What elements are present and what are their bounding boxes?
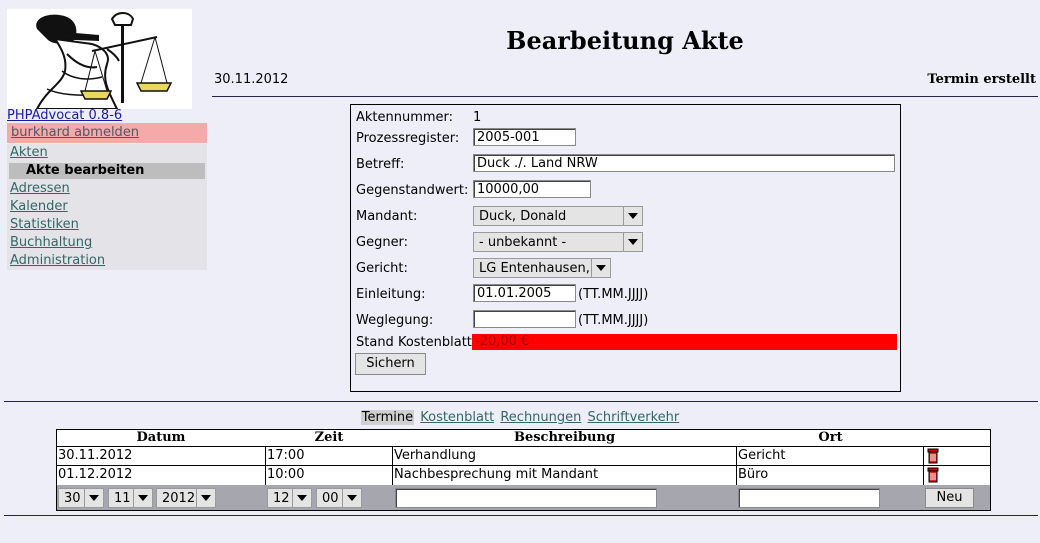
- status-message: Termin erstellt: [927, 72, 1036, 87]
- nav-administration[interactable]: Administration: [10, 253, 105, 268]
- betreff-input[interactable]: Duck ./. Land NRW: [473, 154, 895, 172]
- mandant-label: Mandant:: [356, 209, 418, 224]
- gegenstandwert-input[interactable]: 10000,00: [473, 180, 591, 198]
- new-ort-input[interactable]: [738, 488, 880, 508]
- row-divider: [57, 446, 990, 447]
- logout-link[interactable]: burkhard abmelden: [11, 125, 139, 140]
- new-minute-select[interactable]: 00: [316, 488, 362, 508]
- gegner-label: Gegner:: [356, 235, 409, 250]
- weglegung-input[interactable]: [473, 310, 576, 328]
- new-entry-row: 30 11 2012 12 00 Neu: [57, 485, 990, 510]
- new-hour-value: 12: [273, 491, 290, 506]
- nav-kalender[interactable]: Kalender: [10, 199, 68, 214]
- gericht-select[interactable]: LG Entenhausen,: [473, 258, 611, 278]
- nav-adressen[interactable]: Adressen: [10, 181, 70, 196]
- aktennummer-label: Aktennummer:: [356, 110, 454, 125]
- header-divider: [212, 96, 1038, 97]
- mandant-select[interactable]: Duck, Donald: [473, 206, 643, 226]
- column-header-ort: Ort: [818, 430, 843, 445]
- column-header-zeit: Zeit: [314, 430, 344, 445]
- row-beschreibung: Verhandlung: [394, 448, 477, 463]
- row-zeit: 10:00: [267, 467, 305, 482]
- chevron-down-icon: [591, 259, 610, 277]
- trash-icon[interactable]: [926, 448, 940, 464]
- termine-table: Datum Zeit Beschreibung Ort 30.11.2012 1…: [56, 429, 991, 511]
- current-date: 30.11.2012: [214, 72, 289, 87]
- save-button[interactable]: Sichern: [355, 353, 426, 375]
- weglegung-label: Weglegung:: [356, 313, 434, 328]
- chevron-down-icon: [84, 489, 103, 507]
- chevron-down-icon: [196, 489, 215, 507]
- trash-icon[interactable]: [926, 467, 940, 483]
- nav-statistiken[interactable]: Statistiken: [10, 217, 79, 232]
- tab-rechnungen[interactable]: Rechnungen: [500, 410, 581, 425]
- chevron-down-icon: [623, 233, 642, 251]
- kostenblatt-label: Stand Kostenblatt:: [356, 335, 477, 350]
- new-day-select[interactable]: 30: [58, 488, 104, 508]
- column-header-beschreibung: Beschreibung: [513, 430, 616, 445]
- column-divider: [392, 446, 393, 485]
- column-divider: [736, 446, 737, 485]
- aktennummer-value: 1: [473, 110, 482, 125]
- row-datum: 30.11.2012: [58, 448, 133, 463]
- row-datum: 01.12.2012: [58, 467, 133, 482]
- nav-akte-bearbeiten-label: Akte bearbeiten: [26, 163, 145, 178]
- gericht-select-value: LG Entenhausen,: [479, 261, 589, 276]
- new-minute-value: 00: [322, 491, 339, 506]
- row-beschreibung: Nachbesprechung mit Mandant: [394, 467, 599, 482]
- einleitung-label: Einleitung:: [356, 287, 426, 302]
- app-version-link[interactable]: PHPAdvocat 0.8-6: [7, 108, 122, 123]
- row-divider: [57, 465, 990, 466]
- column-divider: [265, 446, 266, 485]
- gegner-select-value: - unbekannt -: [479, 235, 567, 250]
- betreff-label: Betreff:: [356, 157, 405, 172]
- sidebar-nav: Akten Akte bearbeiten Adressen Kalender …: [7, 144, 207, 270]
- nav-buchhaltung[interactable]: Buchhaltung: [10, 235, 92, 250]
- akte-form: Aktennummer: 1 Prozessregister: 2005-001…: [350, 104, 901, 392]
- nav-akten[interactable]: Akten: [10, 145, 48, 160]
- gegenstandwert-label: Gegenstandwert:: [356, 183, 469, 198]
- einleitung-format-hint: (TT.MM.JJJJ): [578, 287, 649, 302]
- prozessregister-input[interactable]: 2005-001: [473, 128, 576, 146]
- new-month-value: 11: [114, 491, 131, 506]
- chevron-down-icon: [133, 489, 152, 507]
- chevron-down-icon: [292, 489, 311, 507]
- new-entry-button[interactable]: Neu: [925, 488, 974, 508]
- new-year-select[interactable]: 2012: [156, 488, 216, 508]
- page-title: Bearbeitung Akte: [506, 26, 744, 55]
- gericht-label: Gericht:: [356, 261, 408, 276]
- new-hour-select[interactable]: 12: [267, 488, 312, 508]
- einleitung-input[interactable]: 01.01.2005: [473, 284, 576, 302]
- column-divider: [923, 446, 924, 485]
- prozessregister-label: Prozessregister:: [356, 131, 460, 146]
- new-month-select[interactable]: 11: [108, 488, 153, 508]
- chevron-down-icon: [623, 207, 642, 225]
- row-zeit: 17:00: [267, 448, 305, 463]
- footer-divider: [4, 515, 1038, 516]
- new-beschreibung-input[interactable]: [395, 488, 657, 508]
- gegner-select[interactable]: - unbekannt -: [473, 232, 643, 252]
- new-year-value: 2012: [162, 491, 196, 506]
- kostenblatt-value: -20,00 €: [475, 334, 530, 349]
- row-ort: Gericht: [738, 448, 786, 463]
- column-header-datum: Datum: [136, 430, 186, 445]
- tab-bar: Termine Kostenblatt Rechnungen Schriftve…: [0, 410, 1040, 425]
- weglegung-format-hint: (TT.MM.JJJJ): [578, 313, 649, 328]
- nav-akte-bearbeiten[interactable]: Akte bearbeiten: [9, 163, 205, 179]
- new-day-value: 30: [64, 491, 81, 506]
- chevron-down-icon: [342, 489, 361, 507]
- row-ort: Büro: [738, 467, 769, 482]
- kostenblatt-balance: -20,00 €: [472, 334, 897, 350]
- logout-bar: burkhard abmelden: [7, 123, 207, 143]
- tab-termine[interactable]: Termine: [360, 410, 415, 425]
- mandant-select-value: Duck, Donald: [479, 209, 567, 224]
- tab-schriftverkehr[interactable]: Schriftverkehr: [588, 410, 680, 425]
- justitia-logo: [7, 9, 192, 110]
- section-divider: [4, 401, 1038, 402]
- tab-kostenblatt[interactable]: Kostenblatt: [420, 410, 494, 425]
